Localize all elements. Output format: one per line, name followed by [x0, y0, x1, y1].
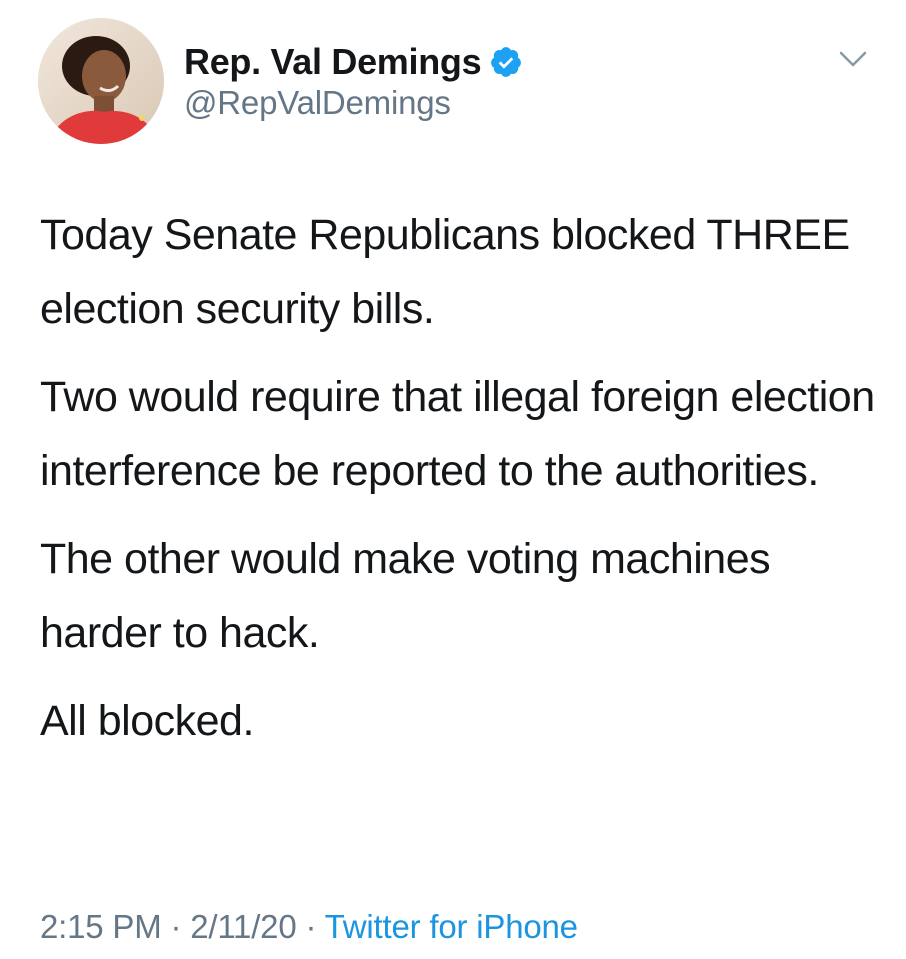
author-block[interactable]: Rep. Val Demings @RepValDemings	[184, 40, 523, 122]
avatar[interactable]	[38, 18, 164, 144]
tweet-paragraph: All blocked.	[40, 697, 254, 745]
meta-separator: ·	[296, 908, 325, 945]
tweet-paragraph: Two would require that illegal foreign e…	[40, 373, 875, 495]
handle[interactable]: @RepValDemings	[184, 84, 523, 122]
tweet-time[interactable]: 2:15 PM	[40, 908, 162, 945]
name-row: Rep. Val Demings	[184, 40, 523, 84]
tweet-card: Rep. Val Demings @RepValDemings Today Se…	[0, 0, 906, 959]
meta-separator: ·	[161, 908, 191, 945]
tweet-paragraph: The other would make voting machines har…	[40, 535, 771, 657]
chevron-down-icon[interactable]	[838, 48, 868, 70]
tweet-date[interactable]: 2/11/20	[190, 908, 296, 945]
verified-badge-icon	[489, 45, 523, 79]
tweet-meta: 2:15 PM · 2/11/20 · Twitter for iPhone	[40, 908, 578, 946]
tweet-source-link[interactable]: Twitter for iPhone	[325, 908, 578, 945]
tweet-paragraph: Today Senate Republicans blocked THREE e…	[40, 211, 850, 333]
tweet-text: Today Senate Republicans blocked THREE e…	[40, 198, 880, 772]
display-name[interactable]: Rep. Val Demings	[184, 41, 482, 83]
